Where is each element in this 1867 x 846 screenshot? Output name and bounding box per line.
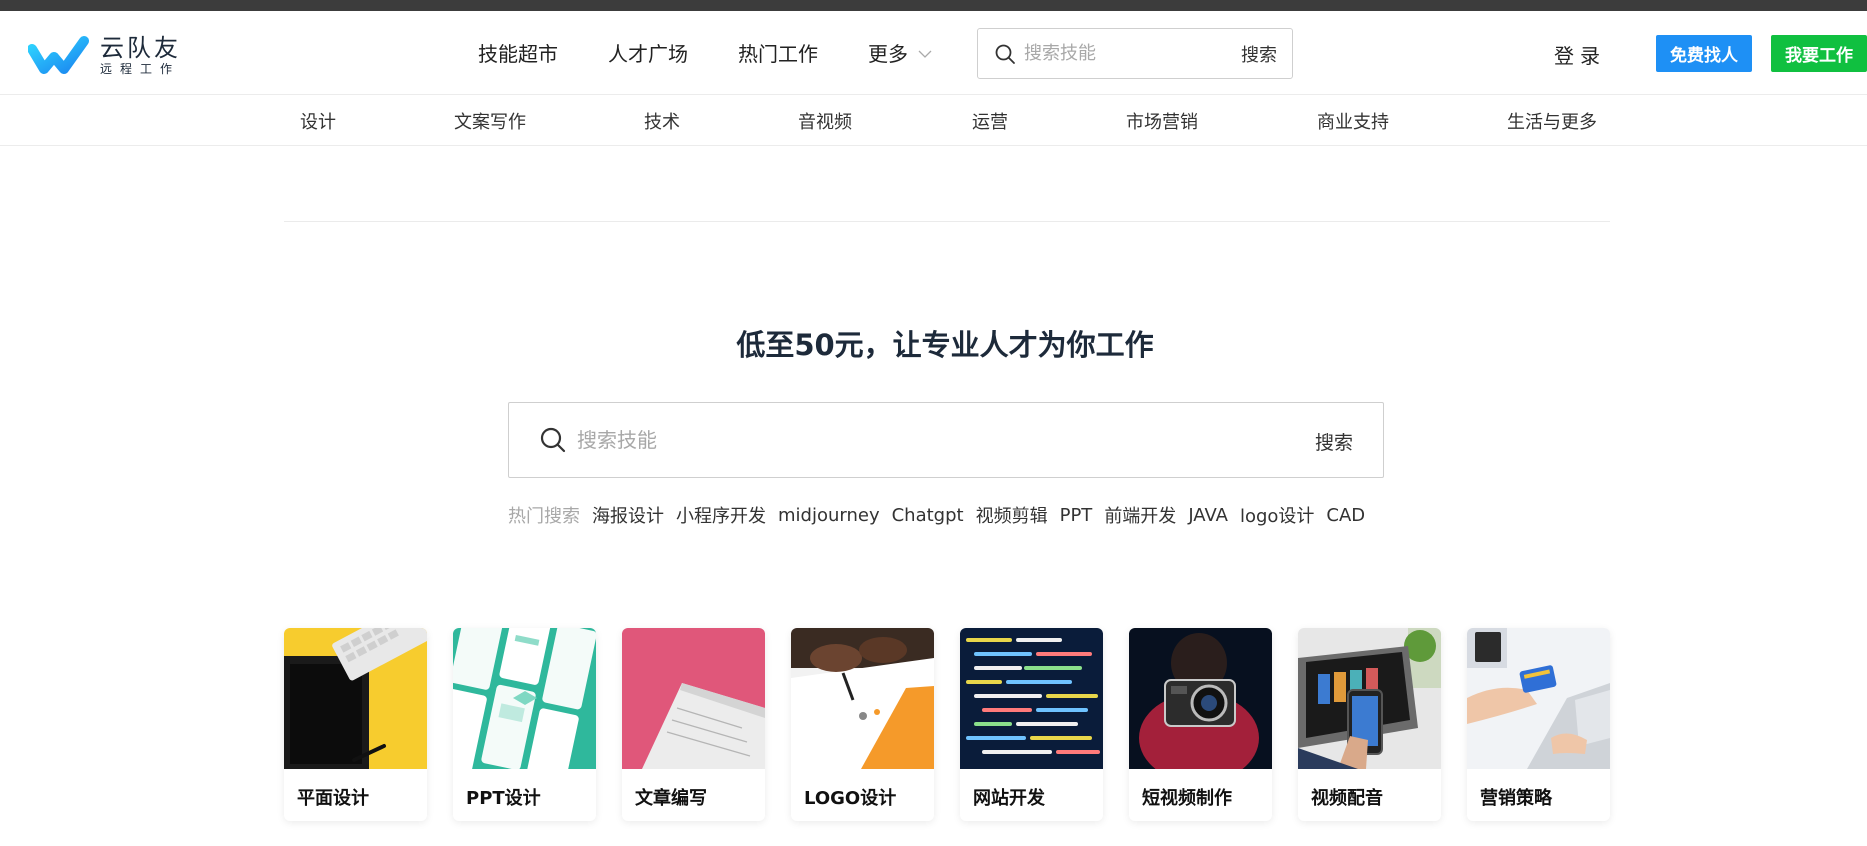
card-label: 营销策略 [1480,788,1552,809]
card-label: 视频配音 [1311,788,1383,809]
header-search-input[interactable] [1024,43,1224,64]
header-search-button[interactable]: 搜索 [1241,41,1277,67]
card-video-voiceover[interactable]: 视频配音 [1298,628,1441,821]
category-business-support[interactable]: 商业支持 [1317,108,1389,134]
hot-tag[interactable]: CAD [1326,505,1365,526]
hot-tag[interactable]: logo设计 [1240,502,1314,528]
category-bar: 设计 文案写作 技术 音视频 运营 市场营销 商业支持 生活与更多 [0,96,1867,146]
hero-search-input[interactable] [577,428,1277,452]
hot-tag[interactable]: midjourney [778,505,880,526]
nav-more-dropdown[interactable]: 更多 [868,39,932,69]
hero-title: 低至50元，让专业人才为你工作 [736,328,1154,362]
window-top-strip [0,0,1867,11]
hot-searches-label: 热门搜索 [508,506,580,527]
hot-tag[interactable]: 前端开发 [1104,502,1176,528]
w-logo-icon [28,36,89,74]
card-marketing-strategy[interactable]: 营销策略 [1467,628,1610,821]
category-tech[interactable]: 技术 [644,108,680,134]
find-talent-button[interactable]: 免费找人 [1656,35,1752,72]
section-divider [284,221,1610,222]
hot-searches: 热门搜索 海报设计 小程序开发 midjourney Chatgpt 视频剪辑 … [508,502,1377,528]
service-cards: 平面设计 PPT设计 文章编写 LOGO设计 网站开发 短视频制作 视频配音 营… [284,628,1610,822]
card-image [1467,628,1610,769]
category-copywriting[interactable]: 文案写作 [454,108,526,134]
card-logo-design[interactable]: LOGO设计 [791,628,934,821]
card-image [960,628,1103,769]
card-article-writing[interactable]: 文章编写 [622,628,765,821]
site-header: 云队友 远程工作 技能超市 人才广场 热门工作 更多 搜索 登录 免费找人 我要… [0,11,1867,95]
header-search-box: 搜索 [977,28,1293,79]
card-image [791,628,934,769]
category-operations[interactable]: 运营 [972,108,1008,134]
hot-tag[interactable]: PPT [1060,505,1093,526]
nav-skill-market[interactable]: 技能超市 [478,39,558,69]
logo-name: 云队友 [100,34,181,62]
card-graphic-design[interactable]: 平面设计 [284,628,427,821]
card-short-video[interactable]: 短视频制作 [1129,628,1272,821]
card-image [622,628,765,769]
card-label: 网站开发 [973,788,1045,809]
card-label: PPT设计 [466,788,541,809]
card-image [284,628,427,769]
chevron-down-icon [918,50,932,58]
card-label: 文章编写 [635,788,707,809]
card-label: LOGO设计 [804,788,897,809]
category-audio-video[interactable]: 音视频 [798,108,852,134]
category-life-more[interactable]: 生活与更多 [1507,108,1597,134]
card-label: 平面设计 [297,788,369,809]
hot-tag[interactable]: 视频剪辑 [976,502,1048,528]
hot-tag[interactable]: Chatgpt [892,505,964,526]
nav-talent-square[interactable]: 人才广场 [608,39,688,69]
logo-subtitle: 远程工作 [100,62,181,76]
hot-tag[interactable]: 海报设计 [592,502,664,528]
card-image [1298,628,1441,769]
hero-search-box: 搜索 [508,402,1384,478]
site-logo[interactable]: 云队友 远程工作 [28,33,218,77]
search-icon [995,44,1015,64]
card-ppt-design[interactable]: PPT设计 [453,628,596,821]
category-design[interactable]: 设计 [300,108,336,134]
nav-more-label: 更多 [868,42,908,66]
card-image [453,628,596,769]
hero-search-button[interactable]: 搜索 [1315,428,1353,455]
card-web-development[interactable]: 网站开发 [960,628,1103,821]
card-label: 短视频制作 [1142,788,1232,809]
login-link[interactable]: 登录 [1554,40,1606,69]
category-marketing[interactable]: 市场营销 [1126,108,1198,134]
search-icon [540,427,566,453]
main-nav: 技能超市 人才广场 热门工作 更多 [478,39,982,69]
nav-hot-jobs[interactable]: 热门工作 [738,39,818,69]
hot-tag[interactable]: 小程序开发 [676,502,766,528]
find-work-button[interactable]: 我要工作 [1771,35,1867,72]
hot-tag[interactable]: JAVA [1188,505,1228,526]
card-image [1129,628,1272,769]
